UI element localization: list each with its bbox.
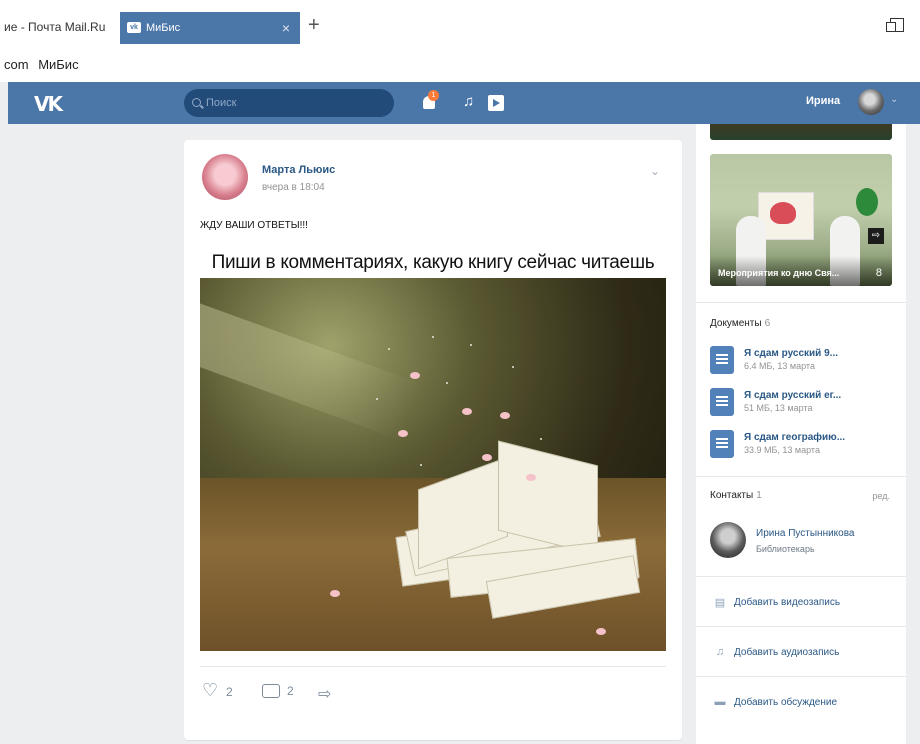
play-icon[interactable] <box>488 95 504 111</box>
restore-window-icon[interactable] <box>886 18 904 32</box>
post-image[interactable] <box>200 278 666 651</box>
vk-logo[interactable]: VK <box>34 92 63 116</box>
album-count: 8 <box>875 267 882 279</box>
balloon <box>856 188 878 216</box>
contacts-edit-link[interactable]: ред. <box>872 491 890 501</box>
discussion-icon: ▬ <box>714 696 726 708</box>
contact-avatar[interactable] <box>710 522 746 558</box>
search-input[interactable]: Поиск <box>184 89 394 117</box>
document-item[interactable]: Я сдам географию... 33.9 МБ, 13 марта <box>710 430 900 460</box>
wall-post: Марта Льюис вчера в 18:04 ⌄ ЖДУ ВАШИ ОТВ… <box>184 140 682 740</box>
video-icon: ▤ <box>714 597 726 609</box>
divider <box>696 576 906 577</box>
search-icon <box>192 98 201 107</box>
add-audio-label: Добавить аудиозапись <box>734 646 840 658</box>
document-name: Я сдам русский ег... <box>744 390 842 401</box>
post-divider <box>200 666 666 667</box>
post-image-caption: Пиши в комментариях, какую книгу сейчас … <box>211 252 655 273</box>
arrow-right-icon: ⇨ <box>868 228 884 244</box>
document-icon <box>710 430 734 458</box>
document-item[interactable]: Я сдам русский ег... 51 МБ, 13 марта <box>710 388 900 418</box>
contact-name[interactable]: Ирина Пустынникова <box>756 528 854 539</box>
divider <box>696 476 906 477</box>
add-video-label: Добавить видеозапись <box>734 597 841 608</box>
search-placeholder: Поиск <box>206 97 237 109</box>
music-icon[interactable]: ♫ <box>463 93 474 110</box>
author-avatar[interactable] <box>202 154 248 200</box>
contact-role: Библиотекарь <box>756 544 815 554</box>
new-tab-button[interactable]: + <box>308 14 320 36</box>
document-meta: 51 МБ, 13 марта <box>744 403 813 413</box>
chevron-down-icon[interactable]: ⌄ <box>890 94 898 105</box>
add-audio-link[interactable]: ♫ Добавить аудиозапись <box>714 646 839 658</box>
divider <box>696 302 906 303</box>
tab-mibis[interactable]: vk МиБис × <box>120 12 300 44</box>
divider <box>696 626 906 627</box>
bookmark-com[interactable]: com <box>4 57 29 72</box>
documents-title-label: Документы <box>710 318 762 329</box>
browser-tab-bar: ие - Почта Mail.Ru vk МиБис × + <box>0 0 920 48</box>
comment-count: 2 <box>287 684 294 698</box>
add-video-link[interactable]: ▤ Добавить видеозапись <box>714 596 840 609</box>
like-button[interactable]: 2 <box>202 680 233 701</box>
share-icon[interactable]: ⇨ <box>318 684 331 704</box>
bookmarks-bar: com МиБис <box>0 48 920 82</box>
document-name: Я сдам русский 9... <box>744 348 838 359</box>
avatar[interactable] <box>858 89 884 115</box>
contacts-title-label: Контакты <box>710 490 754 501</box>
document-name: Я сдам географию... <box>744 432 846 443</box>
bookmark-mibis[interactable]: МиБис <box>38 57 78 72</box>
divider <box>696 676 906 677</box>
post-menu-icon[interactable]: ⌄ <box>650 164 660 178</box>
document-icon <box>710 388 734 416</box>
notification-badge: 1 <box>428 90 439 101</box>
light-beam <box>200 295 423 441</box>
add-discussion-label: Добавить обсуждение <box>734 696 838 708</box>
tab-mail[interactable]: ие - Почта Mail.Ru <box>0 12 116 42</box>
add-discussion-link[interactable]: ▬ Добавить обсуждение <box>714 696 838 708</box>
post-text: ЖДУ ВАШИ ОТВЕТЫ!!! <box>200 220 308 231</box>
comment-button[interactable]: 2 <box>262 684 294 698</box>
document-item[interactable]: Я сдам русский 9... 6.4 МБ, 13 марта <box>710 346 900 376</box>
heart-icon <box>202 680 220 701</box>
user-name[interactable]: Ирина <box>806 95 840 107</box>
comment-icon <box>262 684 280 698</box>
vk-icon: vk <box>127 22 141 33</box>
album-caption: Мероприятия ко дню Свя... <box>718 268 840 278</box>
documents-count: 6 <box>764 318 771 329</box>
documents-title[interactable]: Документы 6 <box>710 318 770 329</box>
tab-title: МиБис <box>146 22 181 34</box>
music-icon: ♫ <box>715 646 725 658</box>
like-count: 2 <box>226 685 233 699</box>
album-cover-top[interactable] <box>710 124 892 140</box>
document-icon <box>710 346 734 374</box>
heart-decoration <box>770 202 796 224</box>
post-time[interactable]: вчера в 18:04 <box>262 182 325 193</box>
album-cover[interactable]: ⇨ Мероприятия ко дню Свя... 8 <box>710 154 892 286</box>
post-author[interactable]: Марта Льюис <box>262 164 335 176</box>
contacts-title[interactable]: Контакты 1 <box>710 490 762 501</box>
close-icon[interactable]: × <box>282 12 290 44</box>
vk-header: VK Поиск 1 ♫ Ирина ⌄ <box>8 82 920 124</box>
contacts-count: 1 <box>756 490 762 501</box>
open-book-illustration <box>378 440 648 619</box>
document-meta: 33.9 МБ, 13 марта <box>744 445 820 455</box>
right-sidebar: ⇨ Мероприятия ко дню Свя... 8 Документы 6… <box>696 124 906 744</box>
document-meta: 6.4 МБ, 13 марта <box>744 361 815 371</box>
